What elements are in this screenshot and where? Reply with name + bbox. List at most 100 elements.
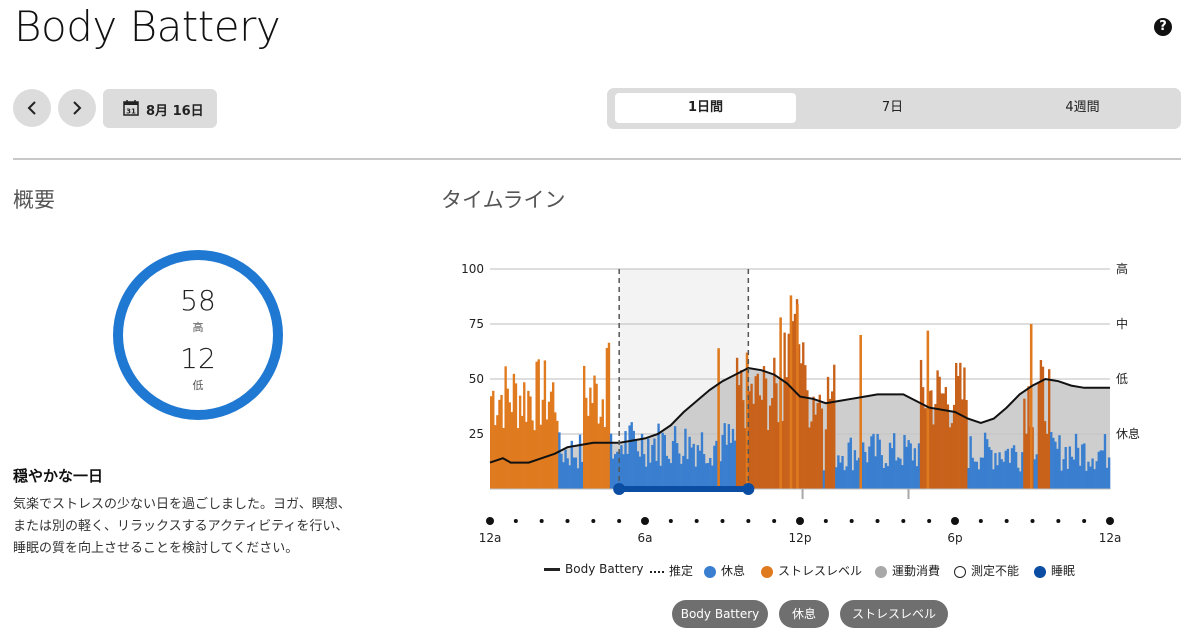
rest-bar [562, 462, 565, 489]
stress-bar [591, 403, 594, 489]
stress-bar [769, 405, 772, 489]
hour-dot [1030, 519, 1035, 523]
stress-spike [796, 304, 799, 489]
stress-bar [554, 412, 557, 489]
description-line: 気楽でストレスの少ない日を過ごしました。ヨガ、瞑想、 [13, 497, 351, 512]
stress-dot-icon [761, 565, 773, 578]
stress-bar [938, 376, 941, 489]
rest-bar [1081, 444, 1084, 489]
rest-bar [704, 463, 708, 489]
stress-bar [944, 387, 948, 489]
stress-bar [535, 361, 538, 489]
rest-bar [1105, 467, 1109, 489]
low-label: 低 [192, 379, 204, 392]
rest-bar [653, 438, 656, 489]
stress-bar [826, 376, 830, 489]
stress-bar [756, 373, 759, 489]
rest-bar [1091, 458, 1094, 489]
x-tick-label: 6p [947, 531, 962, 545]
stress-bar [921, 387, 925, 489]
rest-bar [1068, 446, 1072, 489]
hour-dot [823, 519, 828, 523]
stress-bar [804, 365, 807, 489]
stress-bar [785, 377, 788, 489]
rest-bar [1097, 451, 1100, 489]
previous-day-button[interactable] [13, 89, 51, 127]
hour-dot [513, 519, 518, 523]
stress-bar [816, 403, 819, 489]
next-day-button[interactable] [58, 89, 96, 127]
rest-bar [636, 451, 640, 489]
rest-bar [855, 460, 859, 489]
stress-bar [919, 359, 923, 489]
summary-headline: 穏やかな一日 [13, 467, 104, 485]
legend-unmeasurable: 測定不能 [954, 562, 1019, 579]
stress-bar [521, 415, 524, 489]
stress-bar [531, 420, 534, 489]
stress-bar [1048, 369, 1051, 489]
stress-bar [504, 366, 507, 489]
rest-bar [1008, 462, 1012, 489]
rest-bar [707, 462, 710, 489]
rest-bar [977, 469, 981, 489]
tab-1-day[interactable]: 1日間 [615, 93, 796, 123]
filter-pill-body-battery[interactable]: Body Battery [672, 600, 768, 628]
legend-rest: 休息 [704, 562, 745, 579]
high-label: 高 [192, 321, 204, 334]
rest-bar [611, 458, 615, 489]
rest-bar [702, 454, 706, 489]
rest-bar [1054, 441, 1057, 489]
y-tick-label: 50 [469, 372, 484, 386]
rest-bar [845, 466, 848, 489]
stress-bar [508, 402, 511, 489]
rest-bar [870, 436, 873, 489]
wake-alarm-icon [742, 483, 755, 495]
stress-bar [498, 399, 501, 489]
legend-stress: ストレスレベル [761, 562, 862, 579]
rest-bar [645, 466, 648, 489]
stress-bar [607, 342, 611, 489]
hour-dot [1082, 519, 1087, 523]
stress-bar [932, 424, 935, 489]
stress-bar [1041, 366, 1045, 489]
rest-bar [1070, 456, 1074, 489]
rest-bar [907, 440, 910, 489]
stress-bar [742, 400, 745, 489]
filter-pill-rest[interactable]: 休息 [779, 600, 829, 628]
right-level-label: 低 [1116, 372, 1128, 386]
rest-bar [917, 443, 921, 489]
stress-bar [946, 404, 950, 489]
tab-7-days[interactable]: 7日 [802, 93, 983, 123]
rest-bar [893, 433, 896, 489]
stress-bar [952, 404, 956, 489]
stress-bar [824, 429, 828, 489]
x-tick-label: 6a [638, 531, 653, 545]
rest-bar [874, 456, 877, 489]
rest-bar [1072, 459, 1076, 489]
rest-bar [558, 432, 561, 489]
tab-4-weeks[interactable]: 4週間 [990, 93, 1175, 123]
rest-bar [998, 452, 1001, 489]
rest-bar [1021, 452, 1024, 489]
stress-bar [1045, 433, 1049, 489]
filter-pill-stress[interactable]: ストレスレベル [840, 600, 948, 628]
rest-bar [721, 434, 724, 489]
description-line: または別の軽く、リラックスするアクティビティを行い、 [13, 519, 349, 534]
rest-bar [1000, 459, 1003, 489]
stress-bar [812, 396, 815, 489]
rest-bar [866, 462, 869, 489]
rest-bar [1095, 461, 1098, 489]
stress-bar [752, 403, 755, 489]
stress-bar [589, 387, 592, 489]
help-icon[interactable]: ? [1154, 18, 1172, 36]
rest-bar [709, 457, 712, 489]
description-line: 睡眠の質を向上させることを検討してください。 [13, 541, 299, 556]
rest-bar [1058, 435, 1061, 489]
rest-bar [915, 466, 919, 489]
rest-bar [651, 444, 654, 489]
rest-bar [690, 447, 693, 489]
date-picker-button[interactable]: 31 8月 16日 [103, 89, 217, 128]
stress-bar [516, 428, 520, 489]
legend-sleep: 睡眠 [1034, 562, 1075, 579]
right-level-label: 休息 [1116, 426, 1140, 441]
